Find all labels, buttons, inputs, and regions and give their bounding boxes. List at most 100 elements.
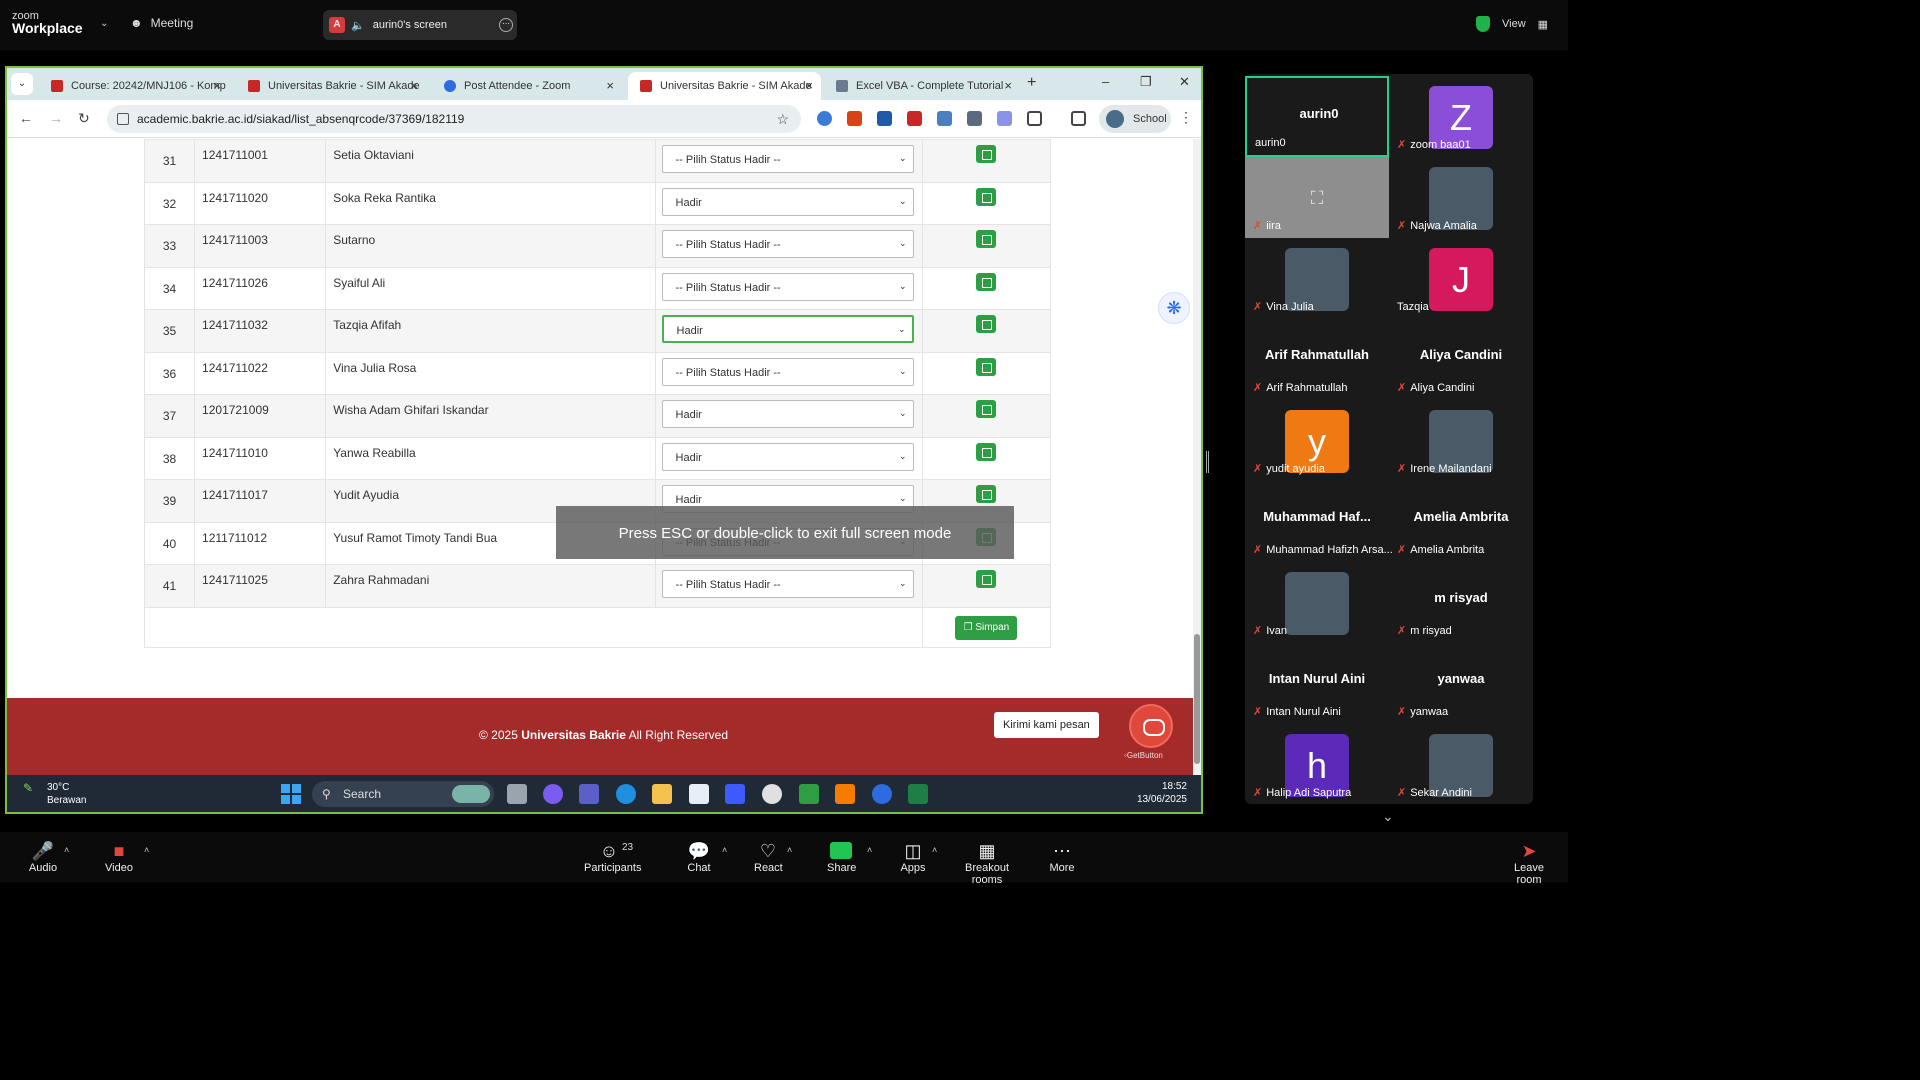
react-options-chevron-icon[interactable]: ˄ xyxy=(787,845,792,855)
attendance-status-select[interactable]: Hadir ⌄ xyxy=(661,315,914,343)
tab-search-button[interactable]: ⌄ xyxy=(11,73,33,95)
participant-tile[interactable]: Intan Nurul Aini ✗ Intan Nurul Aini xyxy=(1245,643,1389,724)
audio-button[interactable]: 🎤 Audio xyxy=(28,840,58,874)
store-icon[interactable] xyxy=(689,784,709,804)
weather-widget[interactable]: 30°C Berawan xyxy=(47,781,86,807)
save-row-icon[interactable] xyxy=(976,315,997,333)
address-bar[interactable]: academic.bakrie.ac.id/siakad/list_absenq… xyxy=(107,105,801,133)
participant-tile[interactable]: J Tazqia xyxy=(1389,238,1533,319)
leave-room-button[interactable]: ➤ Leave room xyxy=(1500,840,1558,886)
view-button[interactable]: View ▦ xyxy=(1476,16,1548,32)
participant-tile[interactable]: h ✗ Halip Adi Saputra xyxy=(1245,724,1389,805)
save-row-icon[interactable] xyxy=(976,400,997,418)
page-scrollbar[interactable] xyxy=(1193,139,1201,774)
panel-resize-handle[interactable] xyxy=(1206,451,1209,473)
save-row-icon[interactable] xyxy=(976,230,997,248)
extension-icon[interactable] xyxy=(937,111,952,126)
screen-share-indicator[interactable]: A 🔈 aurin0's screen ⋯ xyxy=(323,10,517,40)
security-shield-icon[interactable] xyxy=(1476,16,1490,32)
extension-icon[interactable] xyxy=(877,111,892,126)
chevron-down-icon[interactable]: ⌄ xyxy=(100,18,108,29)
participant-tile[interactable]: Arif Rahmatullah ✗ Arif Rahmatullah xyxy=(1245,319,1389,400)
profile-button[interactable]: School xyxy=(1099,105,1171,133)
close-tab-icon[interactable]: × xyxy=(805,78,813,93)
chat-options-chevron-icon[interactable]: ˄ xyxy=(722,845,727,855)
reload-icon[interactable]: ↻ xyxy=(78,110,90,127)
save-row-icon[interactable] xyxy=(976,570,997,588)
extension-icon[interactable] xyxy=(907,111,922,126)
close-tab-icon[interactable]: × xyxy=(606,78,614,93)
extension-icon[interactable] xyxy=(847,111,862,126)
file-explorer-icon[interactable] xyxy=(652,784,672,804)
assistant-spiral-icon[interactable]: ❋ xyxy=(1158,292,1190,324)
participant-tile[interactable]: ✗ Vina Julia xyxy=(1245,238,1389,319)
share-options-chevron-icon[interactable]: ˄ xyxy=(867,845,872,855)
attendance-status-select[interactable]: -- Pilih Status Hadir -- ⌄ xyxy=(661,357,914,386)
participant-tile[interactable]: Z ✗ zoom baa01 xyxy=(1389,76,1533,157)
save-row-icon[interactable] xyxy=(976,442,997,461)
close-tab-icon[interactable]: × xyxy=(410,78,418,93)
save-row-icon[interactable] xyxy=(976,145,997,163)
browser-tab-sim-active[interactable]: Universitas Bakrie - SIM Akade × xyxy=(628,72,821,100)
extension-icon[interactable] xyxy=(997,111,1012,126)
browser-tab-zoom[interactable]: Post Attendee - Zoom × xyxy=(432,72,622,100)
meeting-button[interactable]: ☻ Meeting xyxy=(130,16,193,30)
more-button[interactable]: ⋯ More xyxy=(1048,840,1076,874)
participant-tile[interactable]: yanwaa ✗ yanwaa xyxy=(1389,643,1533,724)
chat-widget-icon[interactable] xyxy=(1129,704,1173,748)
apps-button[interactable]: ◫ Apps xyxy=(900,840,926,874)
close-tab-icon[interactable]: × xyxy=(1004,78,1012,93)
scrollbar-thumb[interactable] xyxy=(1194,634,1200,764)
save-row-icon[interactable] xyxy=(976,357,997,376)
edge-icon[interactable] xyxy=(616,784,636,804)
bookmark-star-icon[interactable]: ☆ xyxy=(776,105,789,133)
browser-tab-sim-1[interactable]: Universitas Bakrie - SIM Akade × xyxy=(236,72,426,100)
attendance-status-select[interactable]: -- Pilih Status Hadir -- ⌄ xyxy=(661,145,914,173)
chart-app-icon[interactable] xyxy=(799,784,819,804)
zoom-workplace-logo[interactable]: zoom Workplace xyxy=(12,11,83,36)
video-button[interactable]: ■ Video xyxy=(104,840,134,874)
participant-tile[interactable]: ✗ Ivan xyxy=(1245,562,1389,643)
forward-arrow-icon[interactable]: → xyxy=(49,110,63,126)
extensions-puzzle-icon[interactable] xyxy=(1027,111,1042,126)
windows-start-icon[interactable] xyxy=(281,784,301,804)
participant-tile[interactable]: ⛶ ✗ iira xyxy=(1245,157,1389,238)
share-button[interactable]: Share xyxy=(827,840,856,874)
kebab-menu-icon[interactable]: ⋮ xyxy=(1179,109,1193,126)
back-arrow-icon[interactable]: ← xyxy=(19,110,33,126)
chat-prompt-bubble[interactable]: Kirimi kami pesan xyxy=(994,712,1099,738)
browser-tab-excel[interactable]: Excel VBA - Complete Tutorial × xyxy=(824,72,1020,100)
participant-tile[interactable]: m risyad ✗ m risyad xyxy=(1389,562,1533,643)
teams-icon[interactable] xyxy=(579,784,599,804)
attendance-status-select[interactable]: Hadir ⌄ xyxy=(661,400,914,428)
save-row-icon[interactable] xyxy=(976,187,997,206)
react-button[interactable]: ♡ React xyxy=(754,840,783,874)
participant-tile[interactable]: Muhammad Haf... ✗ Muhammad Hafizh Arsa... xyxy=(1245,481,1393,562)
close-window-icon[interactable]: ✕ xyxy=(1179,74,1190,90)
participant-tile[interactable]: ✗ Sekar Andini xyxy=(1389,724,1533,805)
video-options-chevron-icon[interactable]: ˄ xyxy=(144,845,149,855)
new-tab-plus-icon[interactable]: + xyxy=(1027,74,1036,92)
taskbar-search[interactable]: ⚲ Search xyxy=(312,781,494,807)
chrome-icon[interactable] xyxy=(762,784,782,804)
participant-tile[interactable]: ✗ Najwa Amalia xyxy=(1389,157,1533,238)
participant-tile[interactable]: y ✗ yudit ayudia xyxy=(1245,400,1389,481)
excel-icon[interactable] xyxy=(908,784,928,804)
zoom-app-icon[interactable] xyxy=(872,784,892,804)
apps-options-chevron-icon[interactable]: ˄ xyxy=(932,845,937,855)
close-tab-icon[interactable]: × xyxy=(213,78,221,93)
site-info-icon[interactable] xyxy=(117,113,129,125)
attendance-status-select[interactable]: -- Pilih Status Hadir -- ⌄ xyxy=(661,570,914,598)
task-view-icon[interactable] xyxy=(507,784,527,804)
participant-tile[interactable]: Amelia Ambrita ✗ Amelia Ambrita xyxy=(1389,481,1533,562)
media-controls-icon[interactable] xyxy=(1071,111,1086,126)
participants-button[interactable]: ☺ 23 Participants xyxy=(584,840,641,874)
simpan-button[interactable]: ❐ Simpan xyxy=(955,615,1018,640)
extension-icon[interactable] xyxy=(817,111,832,126)
attendance-status-select[interactable]: -- Pilih Status Hadir -- ⌄ xyxy=(661,230,914,258)
save-row-icon[interactable] xyxy=(976,272,997,291)
extension-icon[interactable] xyxy=(967,111,982,126)
restore-icon[interactable]: ❐ xyxy=(1140,74,1152,90)
participant-tile[interactable]: ✗ Irene Mailandani xyxy=(1389,400,1533,481)
copilot-icon[interactable] xyxy=(543,784,563,804)
